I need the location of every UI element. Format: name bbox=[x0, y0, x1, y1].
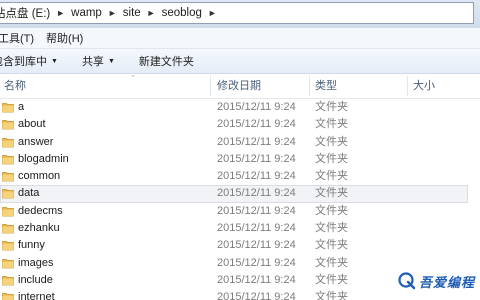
column-header-date[interactable]: 修改日期 bbox=[213, 74, 309, 98]
column-header-label: 名称 bbox=[4, 80, 26, 92]
column-header-type[interactable]: 类型 bbox=[311, 74, 407, 98]
column-header-label: 类型 bbox=[315, 80, 337, 92]
menu-help[interactable]: 帮助(H) bbox=[46, 30, 89, 46]
file-type: 文件夹 bbox=[315, 222, 348, 235]
share-button[interactable]: 共享 ▼ bbox=[82, 53, 115, 69]
chevron-right-icon[interactable]: ► bbox=[53, 8, 68, 18]
file-date: 2015/12/11 9:24 bbox=[217, 187, 296, 200]
folder-icon bbox=[2, 137, 14, 147]
file-name: data bbox=[18, 187, 40, 200]
file-name: internet bbox=[18, 291, 55, 300]
column-header-size[interactable]: 大小 bbox=[409, 74, 480, 98]
command-toolbar: 包含到库中 ▼ 共享 ▼ 新建文件夹 bbox=[0, 49, 480, 74]
file-type: 文件夹 bbox=[315, 101, 348, 113]
watermark-text: 吾爱编程 bbox=[419, 275, 476, 291]
folder-icon bbox=[2, 103, 14, 113]
file-type: 文件夹 bbox=[315, 170, 348, 183]
chevron-down-icon: ▼ bbox=[107, 57, 115, 65]
new-folder-label: 新建文件夹 bbox=[138, 56, 194, 68]
column-divider[interactable] bbox=[309, 76, 310, 96]
breadcrumb-label: wamp bbox=[71, 7, 102, 19]
file-row[interactable]: a 2015/12/11 9:24 文件夹 bbox=[0, 99, 480, 116]
address-bar-strip: 站点盘 (E:) ► wamp ► site ► seoblog ► bbox=[0, 0, 480, 28]
file-name: ezhanku bbox=[18, 222, 60, 235]
file-type: 文件夹 bbox=[315, 291, 348, 300]
folder-icon bbox=[2, 155, 14, 165]
column-header-name[interactable]: 名称 bbox=[0, 74, 210, 98]
folder-icon bbox=[2, 206, 14, 217]
file-date: 2015/12/11 9:24 bbox=[217, 256, 296, 269]
file-row[interactable]: blogadmin 2015/12/11 9:24 文件夹 bbox=[0, 151, 480, 168]
breadcrumb-wamp[interactable]: wamp ► bbox=[68, 3, 120, 23]
file-name: a bbox=[18, 101, 25, 113]
file-type: 文件夹 bbox=[315, 239, 348, 252]
breadcrumb-label: seoblog bbox=[161, 7, 202, 19]
column-divider[interactable] bbox=[210, 76, 211, 96]
file-date: 2015/12/11 9:24 bbox=[217, 152, 296, 165]
file-date: 2015/12/11 9:24 bbox=[217, 135, 296, 148]
folder-icon bbox=[2, 276, 14, 286]
breadcrumb-site[interactable]: site ► bbox=[120, 3, 159, 23]
file-type: 文件夹 bbox=[315, 187, 348, 200]
file-name: images bbox=[18, 256, 54, 269]
file-date: 2015/12/11 9:24 bbox=[217, 239, 296, 252]
breadcrumb-seoblog[interactable]: seoblog ► bbox=[159, 3, 220, 23]
chevron-right-icon[interactable]: ► bbox=[144, 8, 159, 18]
file-row[interactable]: about 2015/12/11 9:24 文件夹 bbox=[0, 116, 480, 133]
breadcrumb-drive[interactable]: 站点盘 (E:) ► bbox=[0, 3, 68, 23]
file-name: include bbox=[18, 273, 53, 286]
file-row-selected[interactable]: data 2015/12/11 9:24 文件夹 bbox=[0, 185, 468, 203]
file-type: 文件夹 bbox=[315, 256, 348, 269]
file-date: 2015/12/11 9:24 bbox=[217, 291, 296, 300]
file-type: 文件夹 bbox=[315, 204, 348, 217]
file-date: 2015/12/11 9:24 bbox=[217, 118, 296, 131]
chevron-right-icon[interactable]: ► bbox=[205, 8, 220, 18]
breadcrumb-label: 站点盘 (E:) bbox=[0, 8, 51, 20]
folder-icon bbox=[2, 258, 14, 269]
folder-icon bbox=[2, 120, 14, 130]
column-divider[interactable] bbox=[407, 76, 408, 96]
file-name: funny bbox=[18, 239, 45, 252]
column-header-label: 大小 bbox=[413, 80, 435, 92]
watermark: 吾爱编程 bbox=[398, 270, 480, 292]
file-row[interactable]: common 2015/12/11 9:24 文件夹 bbox=[0, 168, 480, 185]
folder-icon bbox=[2, 172, 14, 182]
include-in-library-label: 包含到库中 bbox=[0, 56, 47, 68]
chevron-down-icon: ▼ bbox=[51, 57, 58, 65]
file-row[interactable]: funny 2015/12/11 9:24 文件夹 bbox=[0, 237, 480, 254]
menu-tools[interactable]: 工具(T) bbox=[0, 30, 40, 46]
file-date: 2015/12/11 9:24 bbox=[217, 222, 296, 235]
menu-bar: 工具(T) 帮助(H) bbox=[0, 28, 480, 49]
file-type: 文件夹 bbox=[315, 273, 348, 286]
file-row[interactable]: ezhanku 2015/12/11 9:24 文件夹 bbox=[0, 220, 480, 237]
new-folder-button[interactable]: 新建文件夹 bbox=[139, 53, 194, 69]
file-type: 文件夹 bbox=[315, 135, 348, 148]
file-name: common bbox=[18, 170, 61, 183]
file-name: blogadmin bbox=[18, 152, 69, 165]
file-type: 文件夹 bbox=[315, 152, 348, 165]
folder-icon bbox=[2, 241, 14, 251]
file-row[interactable]: answer 2015/12/11 9:24 文件夹 bbox=[0, 134, 480, 151]
file-date: 2015/12/11 9:24 bbox=[217, 101, 296, 113]
file-name: dedecms bbox=[18, 204, 63, 217]
folder-icon bbox=[2, 224, 14, 234]
file-date: 2015/12/11 9:24 bbox=[217, 170, 296, 183]
file-date: 2015/12/11 9:24 bbox=[217, 204, 296, 217]
column-header-row: ⌃ 名称 修改日期 类型 大小 bbox=[0, 74, 480, 99]
file-row[interactable]: dedecms 2015/12/11 9:24 文件夹 bbox=[0, 203, 480, 220]
breadcrumb-label: site bbox=[122, 7, 141, 19]
include-in-library-button[interactable]: 包含到库中 ▼ bbox=[0, 53, 58, 69]
q-logo-icon bbox=[398, 272, 416, 290]
folder-icon bbox=[2, 293, 14, 300]
file-name: about bbox=[18, 118, 46, 131]
folder-icon bbox=[2, 189, 14, 199]
file-date: 2015/12/11 9:24 bbox=[217, 273, 296, 286]
chevron-right-icon[interactable]: ► bbox=[105, 8, 120, 18]
file-type: 文件夹 bbox=[315, 118, 348, 131]
column-header-label: 修改日期 bbox=[217, 80, 261, 92]
file-name: answer bbox=[18, 135, 54, 148]
share-label: 共享 bbox=[81, 56, 104, 68]
address-bar[interactable]: 站点盘 (E:) ► wamp ► site ► seoblog ► bbox=[0, 2, 474, 24]
